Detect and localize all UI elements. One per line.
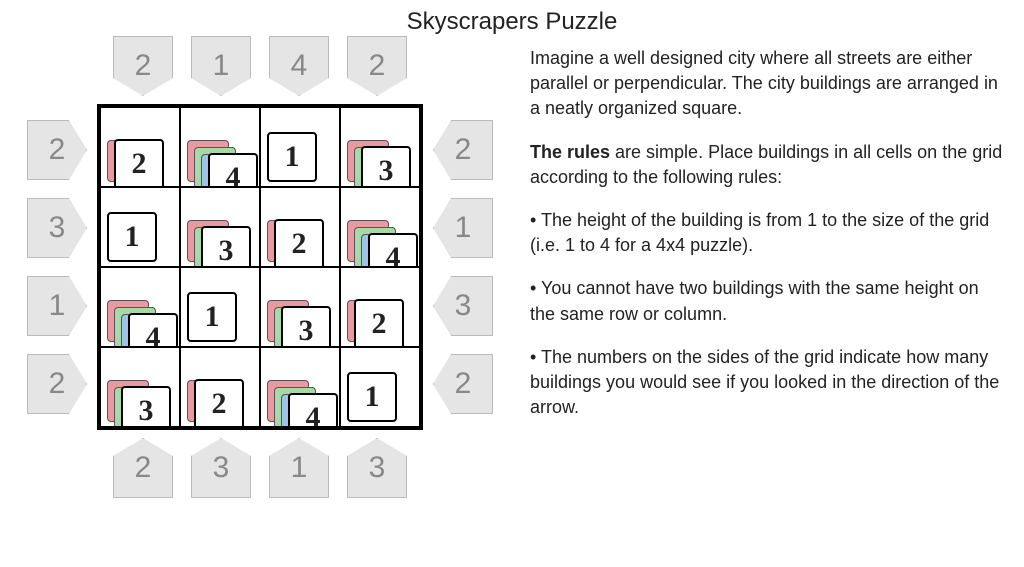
clue-right: 2 xyxy=(27,120,87,180)
grid-cell[interactable]: 2 xyxy=(260,187,340,267)
building-tile: 3 xyxy=(361,146,411,187)
grid-cell[interactable]: 3 xyxy=(340,107,420,187)
grid-cell[interactable]: 2 xyxy=(180,347,260,427)
instructions: Imagine a well designed city where all s… xyxy=(530,36,1004,498)
grid-cell[interactable]: 3 xyxy=(260,267,340,347)
building-tile: 1 xyxy=(187,292,237,342)
grid-cell[interactable]: 1 xyxy=(340,347,420,427)
building-tile: 1 xyxy=(267,132,317,182)
clue-down: 2 xyxy=(113,36,173,96)
clue-left: 1 xyxy=(433,198,493,258)
clue-right: 3 xyxy=(27,198,87,258)
content: 2142 2312 2413132441323241 2132 2313 Ima… xyxy=(0,36,1024,498)
clue-left: 2 xyxy=(433,120,493,180)
clue-up: 3 xyxy=(191,438,251,498)
building-tile: 4 xyxy=(368,233,418,267)
building-tile: 1 xyxy=(347,372,397,422)
clue-right: 2 xyxy=(27,354,87,414)
clue-left: 3 xyxy=(433,276,493,336)
grid-cell[interactable]: 2 xyxy=(340,267,420,347)
grid-cell[interactable]: 3 xyxy=(180,187,260,267)
building-tile: 4 xyxy=(128,313,178,347)
building-tile: 2 xyxy=(274,219,324,267)
rule-3: • The numbers on the sides of the grid i… xyxy=(530,345,1004,421)
intro-text: Imagine a well designed city where all s… xyxy=(530,46,1004,122)
clue-up: 2 xyxy=(113,438,173,498)
building-tile: 3 xyxy=(201,226,251,267)
building-tile: 4 xyxy=(208,153,258,187)
building-tile: 3 xyxy=(281,306,331,347)
rule-1: • The height of the building is from 1 t… xyxy=(530,208,1004,258)
clue-down: 2 xyxy=(347,36,407,96)
clue-down: 1 xyxy=(191,36,251,96)
clue-left: 2 xyxy=(433,354,493,414)
grid-cell[interactable]: 4 xyxy=(340,187,420,267)
grid-cell[interactable]: 1 xyxy=(180,267,260,347)
grid-with-side-clues: 2312 2413132441323241 2132 xyxy=(27,104,493,430)
grid-cell[interactable]: 4 xyxy=(260,347,340,427)
grid-cell[interactable]: 4 xyxy=(100,267,180,347)
grid-cell[interactable]: 3 xyxy=(100,347,180,427)
puzzle-grid: 2413132441323241 xyxy=(97,104,423,430)
clue-down: 4 xyxy=(269,36,329,96)
puzzle-panel: 2142 2312 2413132441323241 2132 2313 xyxy=(20,36,500,498)
building-tile: 1 xyxy=(107,212,157,262)
grid-cell[interactable]: 1 xyxy=(100,187,180,267)
clues-right: 2 1 3 2 xyxy=(433,120,493,414)
clues-bottom: 2313 xyxy=(113,438,407,498)
rules-lead: The rules are simple. Place buildings in… xyxy=(530,140,1004,190)
clue-up: 1 xyxy=(269,438,329,498)
building-tile: 4 xyxy=(288,393,338,427)
rule-2: • You cannot have two buildings with the… xyxy=(530,276,1004,326)
clue-right: 1 xyxy=(27,276,87,336)
clues-top: 2142 xyxy=(113,36,407,96)
grid-cell[interactable]: 4 xyxy=(180,107,260,187)
grid-cell[interactable]: 2 xyxy=(100,107,180,187)
page: Skyscrapers Puzzle 2142 2312 24131324413… xyxy=(0,0,1024,567)
clues-left: 2 3 1 2 xyxy=(27,120,87,414)
building-tile: 2 xyxy=(114,139,164,187)
clue-up: 3 xyxy=(347,438,407,498)
building-tile: 2 xyxy=(354,299,404,347)
building-tile: 2 xyxy=(194,379,244,427)
page-title: Skyscrapers Puzzle xyxy=(0,0,1024,36)
building-tile: 3 xyxy=(121,386,171,427)
grid-cell[interactable]: 1 xyxy=(260,107,340,187)
